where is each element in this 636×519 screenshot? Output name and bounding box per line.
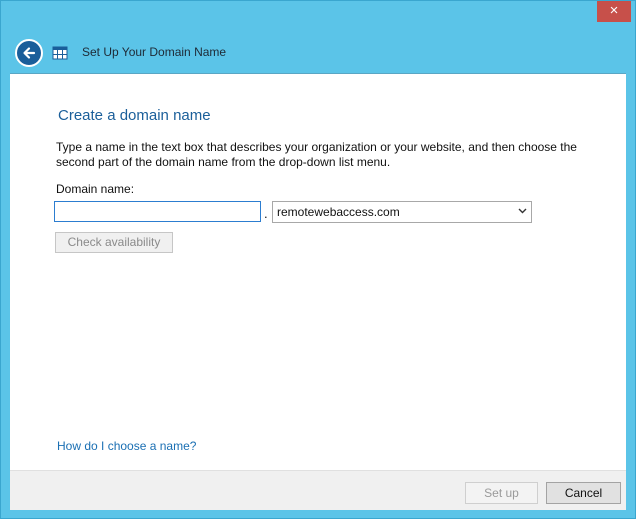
check-availability-button[interactable]: Check availability <box>55 232 173 253</box>
wizard-header: Set Up Your Domain Name <box>1 31 635 73</box>
back-button[interactable] <box>15 39 43 67</box>
page-title: Create a domain name <box>58 107 211 124</box>
arrow-left-icon <box>23 47 36 59</box>
instructions-text: Type a name in the text box that describ… <box>56 140 577 169</box>
close-icon: × <box>609 2 619 19</box>
domain-name-input[interactable] <box>54 201 261 222</box>
domain-suffix-dropdown[interactable]: remotewebaccess.com <box>272 201 532 223</box>
domain-name-label: Domain name: <box>56 182 134 196</box>
setup-button[interactable]: Set up <box>465 482 538 504</box>
cancel-button[interactable]: Cancel <box>546 482 621 504</box>
domain-name-label-text: Domain name: <box>56 182 135 196</box>
domain-suffix-value: remotewebaccess.com <box>277 205 400 219</box>
dialog-window: × Set Up Your Domain Name Create a domai… <box>0 0 636 519</box>
chevron-down-icon <box>518 208 527 214</box>
close-button[interactable]: × <box>597 1 631 22</box>
content-panel: Create a domain name Type a name in the … <box>10 73 626 471</box>
footer-bar: Set up Cancel <box>10 470 626 510</box>
wizard-title: Set Up Your Domain Name <box>82 45 227 59</box>
grid-window-icon <box>52 46 68 60</box>
domain-separator: . <box>264 206 268 221</box>
help-link[interactable]: How do I choose a name? <box>57 439 196 453</box>
title-bar: × <box>1 1 635 31</box>
